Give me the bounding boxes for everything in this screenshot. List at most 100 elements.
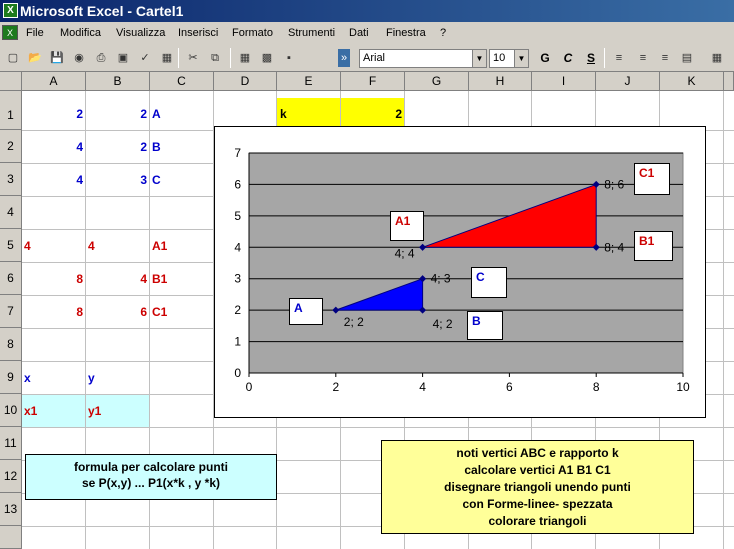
cell-b1[interactable]: 2	[86, 98, 147, 131]
chevron-down-icon[interactable]: ▼	[514, 50, 528, 67]
cell-b9[interactable]: y	[88, 362, 95, 395]
vertex-label-c[interactable]: C	[471, 267, 507, 298]
italic-button[interactable]: C	[558, 49, 578, 67]
column-header-c[interactable]: C	[150, 72, 214, 91]
font-name-select[interactable]: Arial ▼	[359, 49, 487, 68]
row-header-13[interactable]: 13	[0, 493, 22, 526]
row-header-10[interactable]: 10	[0, 394, 22, 427]
print-icon[interactable]: ⎙	[92, 49, 110, 67]
cell-a7[interactable]: 8	[22, 296, 83, 329]
cell-b2[interactable]: 2	[86, 131, 147, 164]
font-size-select[interactable]: 10 ▼	[489, 49, 529, 68]
column-header-d[interactable]: D	[214, 72, 277, 91]
menu-formato[interactable]: Formato	[230, 22, 275, 44]
menu-visualizza[interactable]: Visualizza	[114, 22, 167, 44]
menu-strumenti[interactable]: Strumenti	[286, 22, 337, 44]
formula-note-box[interactable]: formula per calcolare punti se P(x,y) ..…	[25, 454, 277, 500]
highlight-x1y1-range	[22, 394, 150, 427]
vertex-label-a1[interactable]: A1	[390, 211, 424, 241]
cell-b6[interactable]: 4	[86, 263, 147, 296]
cell-b7[interactable]: 6	[86, 296, 147, 329]
menu-modifica[interactable]: Modifica	[58, 22, 103, 44]
cell-b3[interactable]: 3	[86, 164, 147, 197]
cut-icon[interactable]: ✂	[184, 49, 202, 67]
cell-b10[interactable]: y1	[88, 395, 101, 428]
cell-a9[interactable]: x	[24, 362, 31, 395]
new-file-icon[interactable]: ▢	[4, 49, 22, 67]
align-center-icon[interactable]: ≡	[634, 49, 652, 67]
column-header-j[interactable]: J	[596, 72, 660, 91]
merge-center-icon[interactable]: ▤	[678, 49, 696, 67]
vertex-label-b1[interactable]: B1	[634, 231, 673, 261]
column-header-i[interactable]: I	[532, 72, 596, 91]
cell-c1[interactable]: A	[152, 98, 161, 131]
data-label: 8; 4	[604, 240, 624, 254]
column-header-b[interactable]: B	[86, 72, 150, 91]
row-header-1[interactable]: 1	[0, 91, 22, 130]
vertex-label-b[interactable]: B	[467, 311, 503, 340]
data-label: 8; 6	[604, 177, 624, 191]
row-header-4[interactable]: 4	[0, 196, 22, 229]
spelling-icon[interactable]: ✓	[136, 49, 154, 67]
menu-inserisci[interactable]: Inserisci	[176, 22, 220, 44]
research-icon[interactable]: ▦	[158, 49, 176, 67]
save-icon[interactable]: 💾	[48, 49, 66, 67]
instructions-note-box[interactable]: noti vertici ABC e rapporto k calcolare …	[381, 440, 694, 534]
chart-wizard-icon[interactable]: ▩	[258, 49, 276, 67]
cell-c6[interactable]: B1	[152, 263, 167, 296]
cell-c2[interactable]: B	[152, 131, 161, 164]
row-header-8[interactable]: 8	[0, 328, 22, 361]
column-header-l[interactable]	[724, 72, 734, 91]
column-header-h[interactable]: H	[469, 72, 532, 91]
chevron-down-icon[interactable]: ▼	[472, 50, 486, 67]
column-header-f[interactable]: F	[341, 72, 405, 91]
currency-icon[interactable]: ▦	[708, 49, 726, 67]
column-header-a[interactable]: A	[22, 72, 86, 91]
chart-frame[interactable]: 0 1 2 3 4 5 6 7 0 2 4 6 8 10 2; 2 4; 2 4; 3 4; 4 8; 4 8; 6 …	[214, 126, 706, 418]
permission-icon[interactable]: ◉	[70, 49, 88, 67]
align-left-icon[interactable]: ≡	[610, 49, 628, 67]
row-header-9[interactable]: 9	[0, 361, 22, 394]
row-header-6[interactable]: 6	[0, 262, 22, 295]
cell-a3[interactable]: 4	[22, 164, 83, 197]
open-folder-icon[interactable]: 📂	[26, 49, 44, 67]
excel-app-icon[interactable]: X	[3, 3, 18, 18]
underline-button[interactable]: S	[581, 49, 601, 67]
workbook-icon[interactable]: X	[2, 25, 18, 40]
cell-c3[interactable]: C	[152, 164, 161, 197]
align-right-icon[interactable]: ≡	[656, 49, 674, 67]
format-painter-icon[interactable]: ▦	[236, 49, 254, 67]
data-label: 4; 4	[395, 246, 415, 260]
cell-a10[interactable]: x1	[24, 395, 37, 428]
instructions-line-1: noti vertici ABC e rapporto k	[456, 446, 619, 460]
select-all-corner[interactable]	[0, 72, 22, 91]
menu-finestra[interactable]: Finestra	[384, 22, 428, 44]
row-header-14[interactable]	[0, 526, 22, 549]
toolbar-options-icon[interactable]: »	[338, 49, 350, 67]
row-header-2[interactable]: 2	[0, 130, 22, 163]
chart-icon[interactable]: ▪	[280, 49, 298, 67]
vertex-label-c1[interactable]: C1	[634, 163, 670, 195]
row-header-5[interactable]: 5	[0, 229, 22, 262]
row-header-7[interactable]: 7	[0, 295, 22, 328]
cell-c5[interactable]: A1	[152, 230, 167, 263]
menu-help[interactable]: ?	[438, 22, 448, 44]
cell-a5[interactable]: 4	[24, 230, 31, 263]
print-preview-icon[interactable]: ▣	[114, 49, 132, 67]
bold-button[interactable]: G	[535, 49, 555, 67]
cell-c7[interactable]: C1	[152, 296, 167, 329]
row-header-12[interactable]: 12	[0, 460, 22, 493]
cell-b5[interactable]: 4	[88, 230, 95, 263]
column-header-k[interactable]: K	[660, 72, 724, 91]
menu-file[interactable]: File	[24, 22, 46, 44]
row-header-11[interactable]: 11	[0, 427, 22, 460]
cell-a6[interactable]: 8	[22, 263, 83, 296]
cell-a2[interactable]: 4	[22, 131, 83, 164]
copy-icon[interactable]: ⧉	[206, 49, 224, 67]
column-header-e[interactable]: E	[277, 72, 341, 91]
row-header-3[interactable]: 3	[0, 163, 22, 196]
menu-dati[interactable]: Dati	[347, 22, 371, 44]
vertex-label-a[interactable]: A	[289, 298, 323, 325]
cell-a1[interactable]: 2	[22, 98, 83, 131]
column-header-g[interactable]: G	[405, 72, 469, 91]
